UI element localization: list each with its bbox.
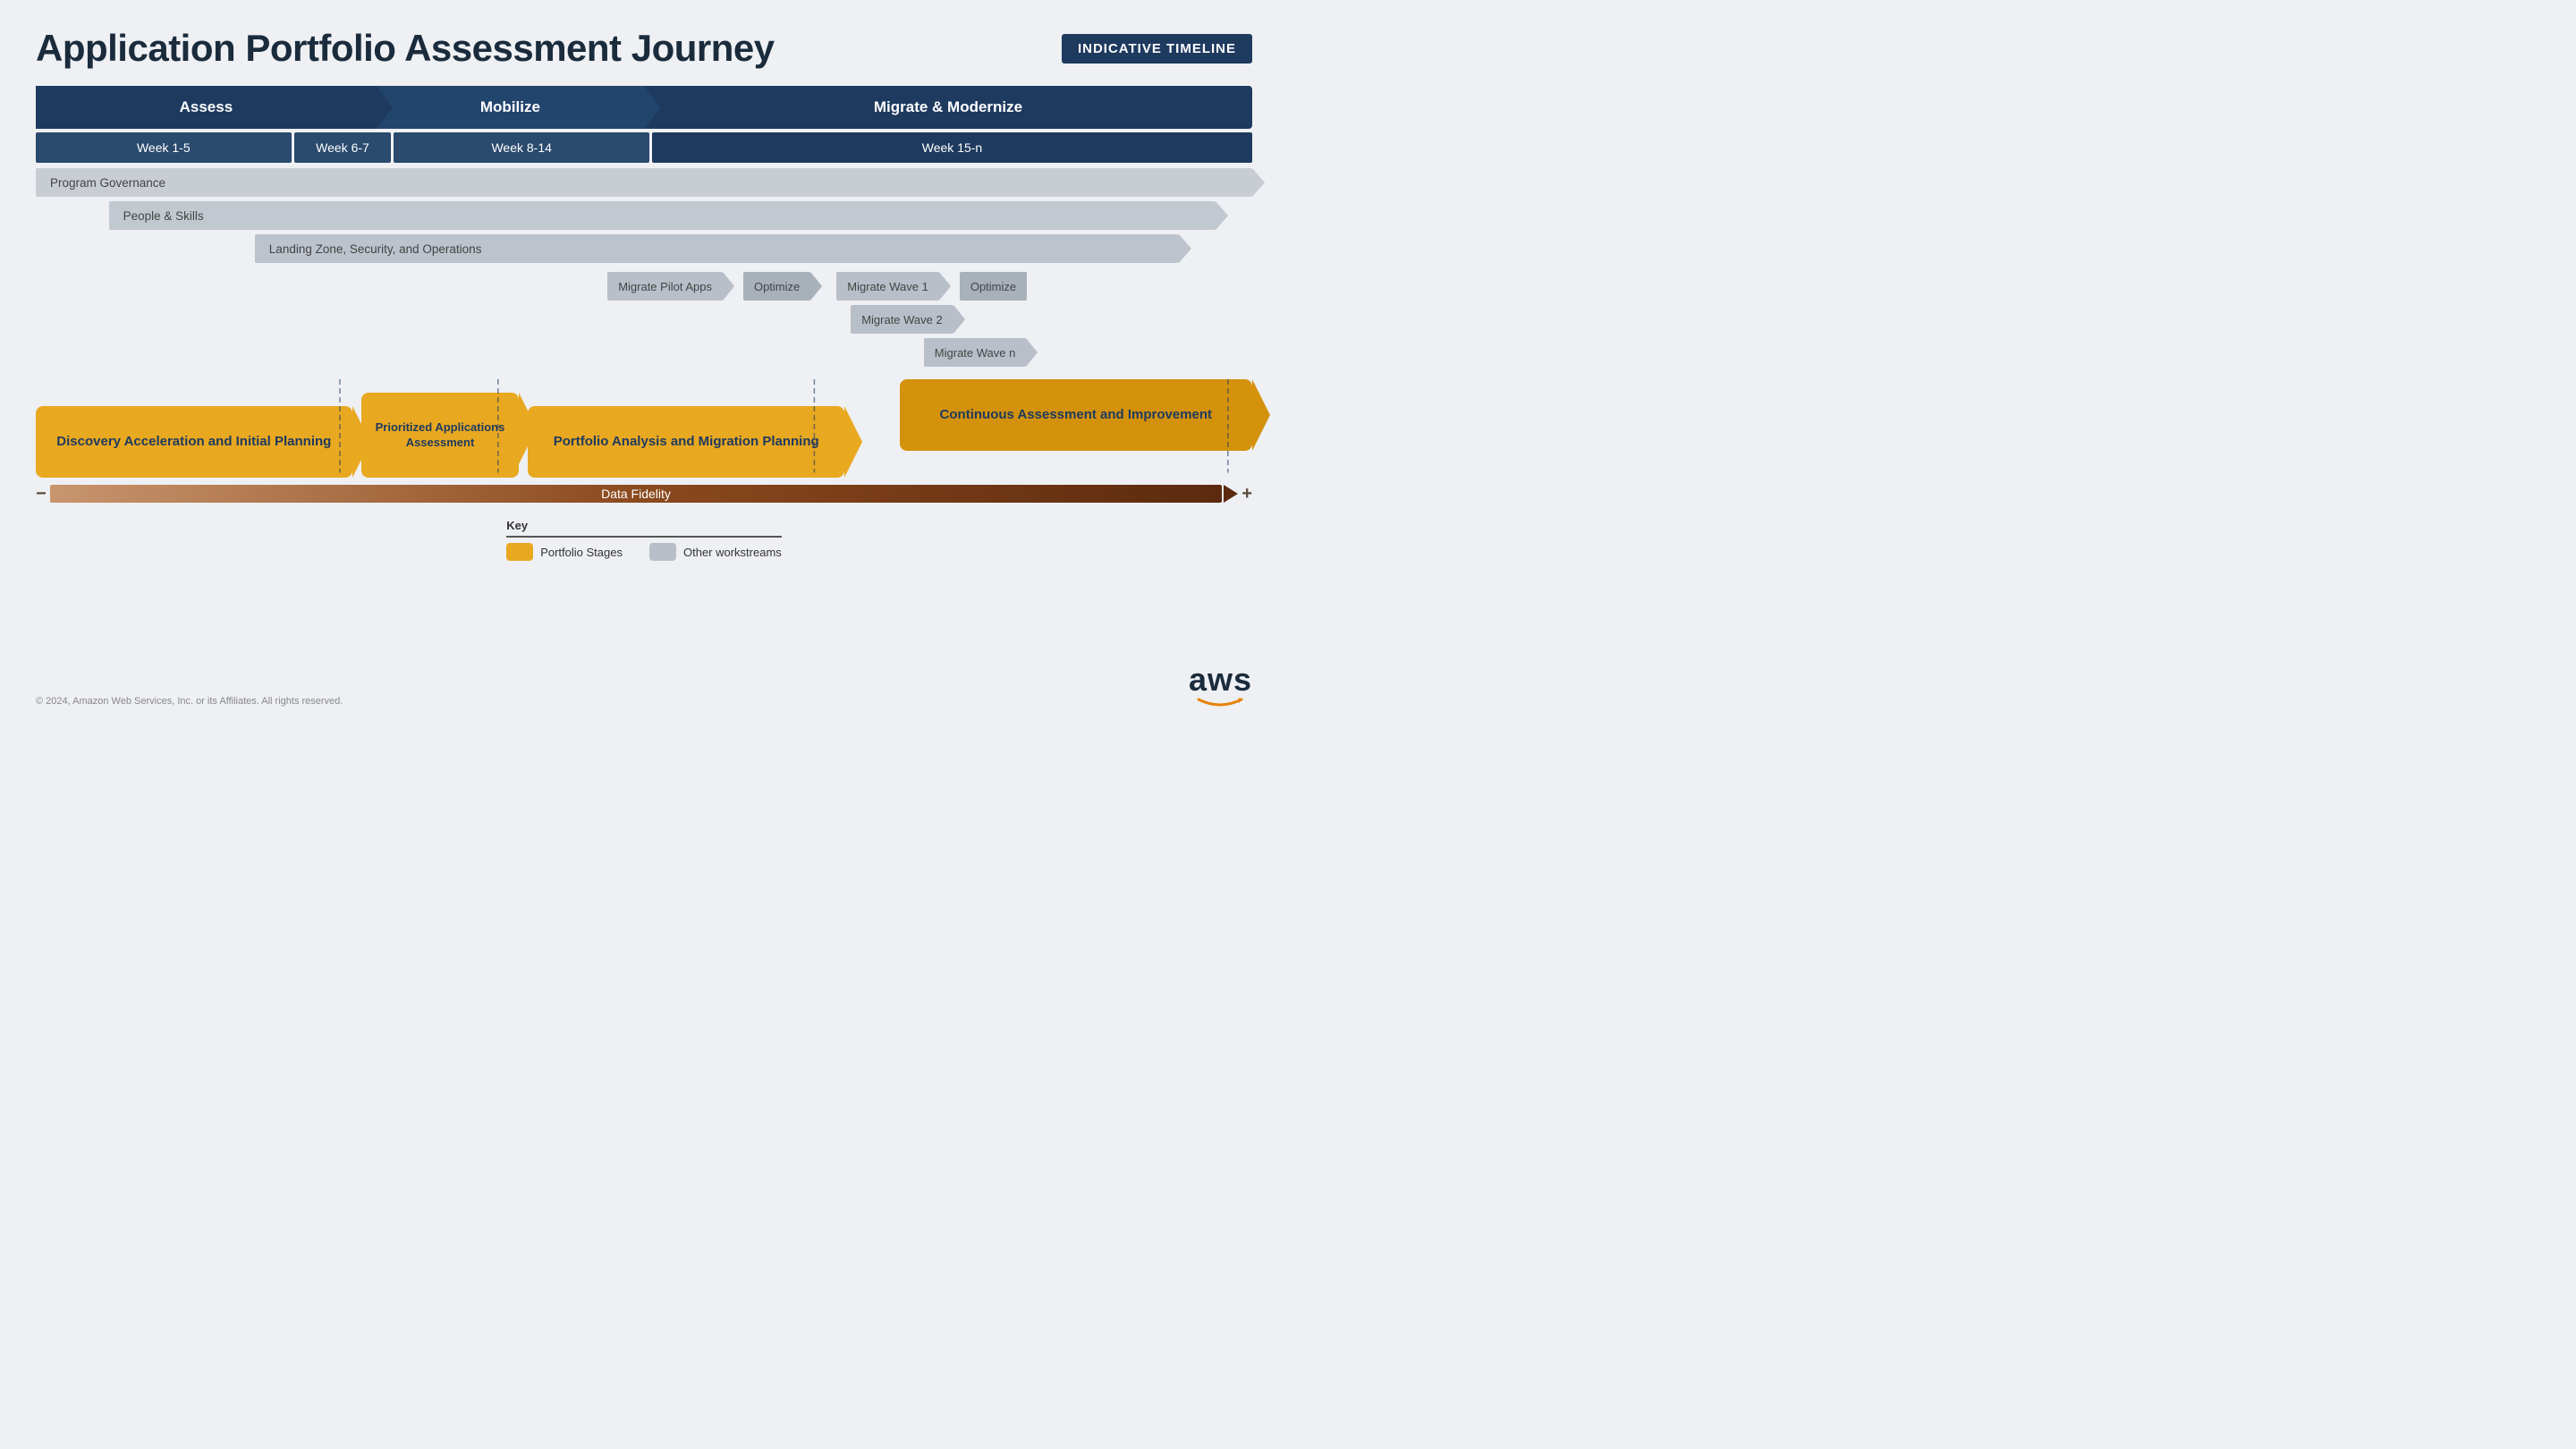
portfolio-stage-label: Portfolio Stages — [540, 546, 623, 559]
phase-mobilize: Mobilize — [377, 86, 644, 129]
governance-program: Program Governance — [36, 168, 1252, 197]
header-row: Application Portfolio Assessment Journey… — [36, 27, 1252, 70]
governance-people: People & Skills — [36, 201, 1252, 230]
migration-rows: Migrate Pilot Apps Optimize Migrate Wave… — [36, 272, 1252, 367]
optimize-2: Optimize — [960, 272, 1027, 301]
phase-assess: Assess — [36, 86, 377, 129]
portfolio-section: Discovery Acceleration and Initial Plann… — [36, 379, 1252, 478]
page-title: Application Portfolio Assessment Journey — [36, 27, 775, 70]
prioritized-stage: Prioritized Applications Assessment — [361, 393, 520, 478]
footer-copyright: © 2024, Amazon Web Services, Inc. or its… — [36, 696, 343, 707]
indicative-timeline-badge: INDICATIVE TIMELINE — [1062, 34, 1252, 64]
fidelity-arrow-icon — [1224, 485, 1238, 503]
migrate-wave-2: Migrate Wave 2 — [851, 305, 953, 334]
fidelity-label: Data Fidelity — [601, 487, 671, 501]
week-15-n: Week 15-n — [652, 132, 1252, 163]
portfolio-stage-swatch — [506, 543, 533, 561]
week-bar: Week 1-5 Week 6-7 Week 8-14 Week 15-n — [36, 132, 1252, 163]
migrate-wave-n: Migrate Wave n — [924, 338, 1027, 367]
aws-text: aws — [1189, 664, 1252, 696]
phase-bar: Assess Mobilize Migrate & Modernize — [36, 86, 1252, 129]
discovery-stage: Discovery Acceleration and Initial Plann… — [36, 406, 352, 478]
aws-smile-icon — [1195, 696, 1245, 708]
key-item-portfolio: Portfolio Stages — [506, 543, 623, 561]
other-workstream-swatch — [649, 543, 676, 561]
page: Application Portfolio Assessment Journey… — [0, 0, 1288, 724]
migrate-pilot-apps: Migrate Pilot Apps — [607, 272, 723, 301]
key-title: Key — [506, 519, 528, 532]
other-workstream-label: Other workstreams — [683, 546, 782, 559]
week-6-7: Week 6-7 — [294, 132, 392, 163]
continuous-stage: Continuous Assessment and Improvement — [900, 379, 1252, 451]
portfolio-arrows-row: Discovery Acceleration and Initial Plann… — [36, 379, 1252, 478]
fidelity-bar-container: − Data Fidelity + — [36, 481, 1252, 506]
landing-zone-bar: Landing Zone, Security, and Operations — [255, 234, 1180, 263]
migration-row-2: Migrate Wave 2 — [851, 305, 1252, 334]
aws-logo: aws — [1189, 664, 1252, 708]
key-item-other: Other workstreams — [649, 543, 782, 561]
portfolio-stage: Portfolio Analysis and Migration Plannin… — [528, 406, 844, 478]
fidelity-bar: Data Fidelity — [50, 485, 1223, 503]
governance-rows: Program Governance People & Skills Landi… — [36, 168, 1252, 263]
week-1-5: Week 1-5 — [36, 132, 292, 163]
week-8-14: Week 8-14 — [394, 132, 649, 163]
key-items: Portfolio Stages Other workstreams — [506, 543, 782, 561]
key-group: Key Portfolio Stages Other workstreams — [506, 519, 782, 561]
key-title-underline — [506, 536, 782, 538]
migrate-wave-1: Migrate Wave 1 — [836, 272, 939, 301]
program-governance-bar: Program Governance — [36, 168, 1252, 197]
fidelity-minus: − — [36, 484, 47, 504]
migration-row-1: Migrate Pilot Apps Optimize Migrate Wave… — [607, 272, 1252, 301]
phase-migrate: Migrate & Modernize — [644, 86, 1252, 129]
governance-landing: Landing Zone, Security, and Operations — [36, 234, 1252, 263]
migration-row-3: Migrate Wave n — [924, 338, 1252, 367]
fidelity-plus: + — [1241, 484, 1252, 504]
optimize-1: Optimize — [743, 272, 810, 301]
people-skills-bar: People & Skills — [109, 201, 1216, 230]
key-section-wrapper: Key Portfolio Stages Other workstreams — [36, 519, 1252, 561]
